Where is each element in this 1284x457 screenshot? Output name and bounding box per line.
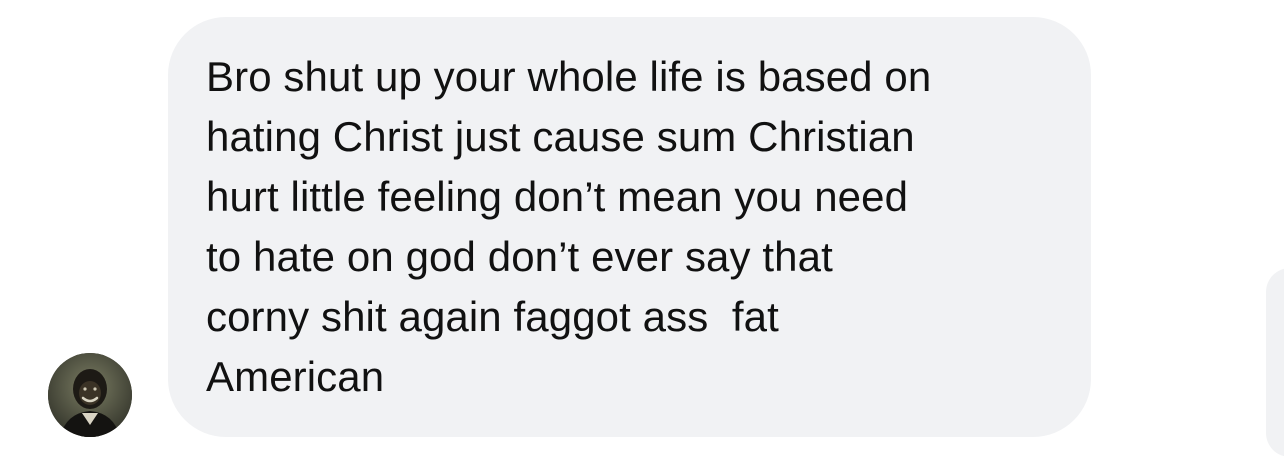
message-line-4: to hate on god don’t ever say that — [206, 233, 833, 280]
message-bubble[interactable]: Bro shut up your whole life is based on … — [168, 17, 1091, 437]
sender-avatar[interactable] — [48, 353, 132, 437]
message-line-2: hating Christ just cause sum Christian — [206, 113, 915, 160]
message-line-3: hurt little feeling don’t mean you need — [206, 173, 909, 220]
message-line-6: American — [206, 353, 385, 400]
partial-message-bubble[interactable] — [1266, 268, 1284, 457]
message-text: Bro shut up your whole life is based on … — [206, 47, 1051, 407]
message-row: Bro shut up your whole life is based on … — [0, 0, 1284, 457]
message-line-1: Bro shut up your whole life is based on — [206, 53, 932, 100]
person-photo-icon — [48, 353, 132, 437]
message-line-5: corny shit again faggot ass fat — [206, 293, 779, 340]
